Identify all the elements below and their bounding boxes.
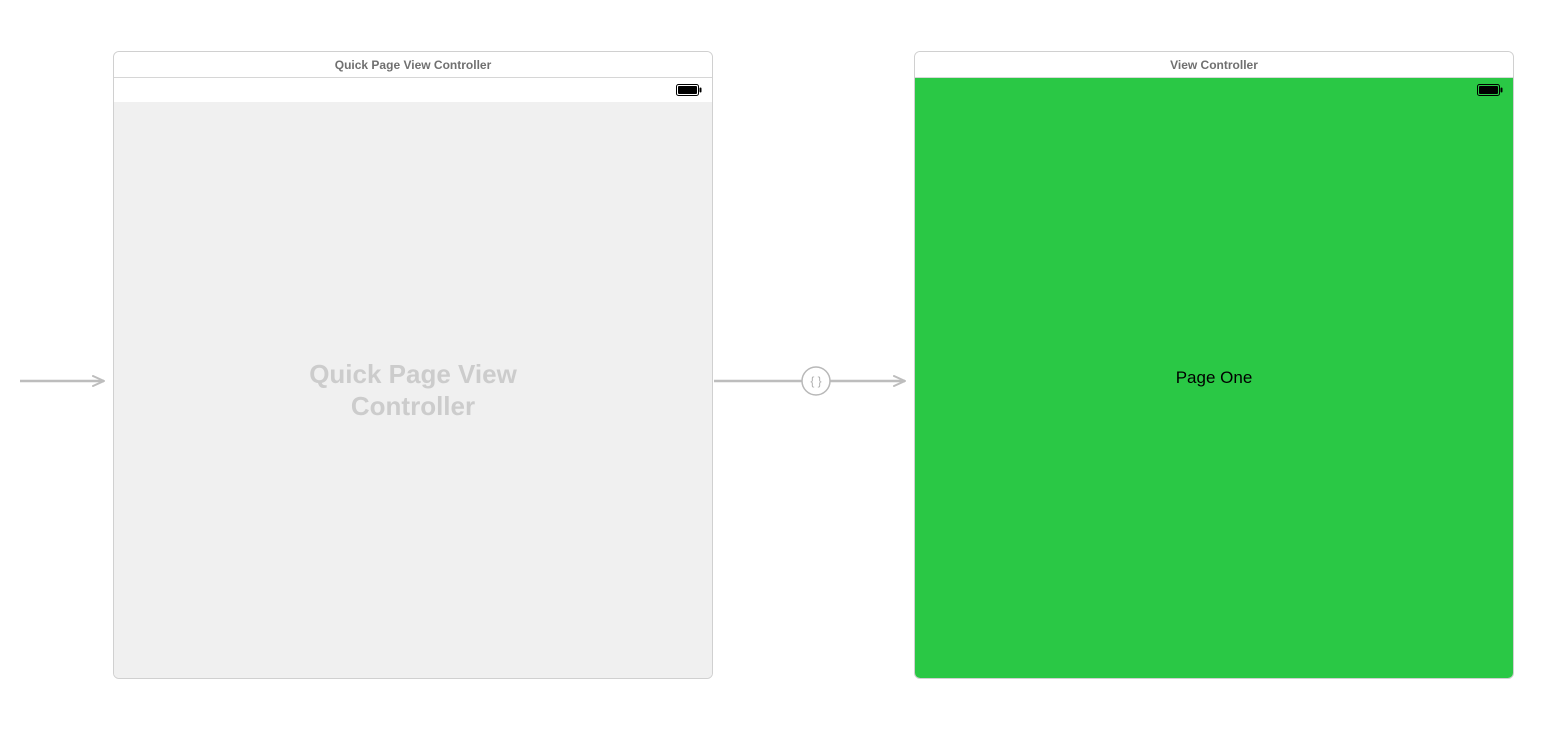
battery-icon [676,84,702,96]
segue-icon[interactable]: { } [802,367,830,395]
battery-icon [1477,84,1503,96]
scene-body-right[interactable]: Page One [915,78,1513,678]
scene-title-right: View Controller [915,52,1513,78]
scene-view-controller[interactable]: View Controller Page One [914,51,1514,679]
svg-text:{ }: { } [810,374,821,388]
status-bar-right [915,78,1513,102]
scene-body-left[interactable]: Quick Page View Controller [114,102,712,678]
scene-title-left: Quick Page View Controller [114,52,712,78]
status-bar-left [114,78,712,102]
scene-quick-page-view-controller[interactable]: Quick Page View Controller Quick Page Vi… [113,51,713,679]
placeholder-label: Quick Page View Controller [309,358,517,423]
page-one-label: Page One [1176,368,1253,388]
